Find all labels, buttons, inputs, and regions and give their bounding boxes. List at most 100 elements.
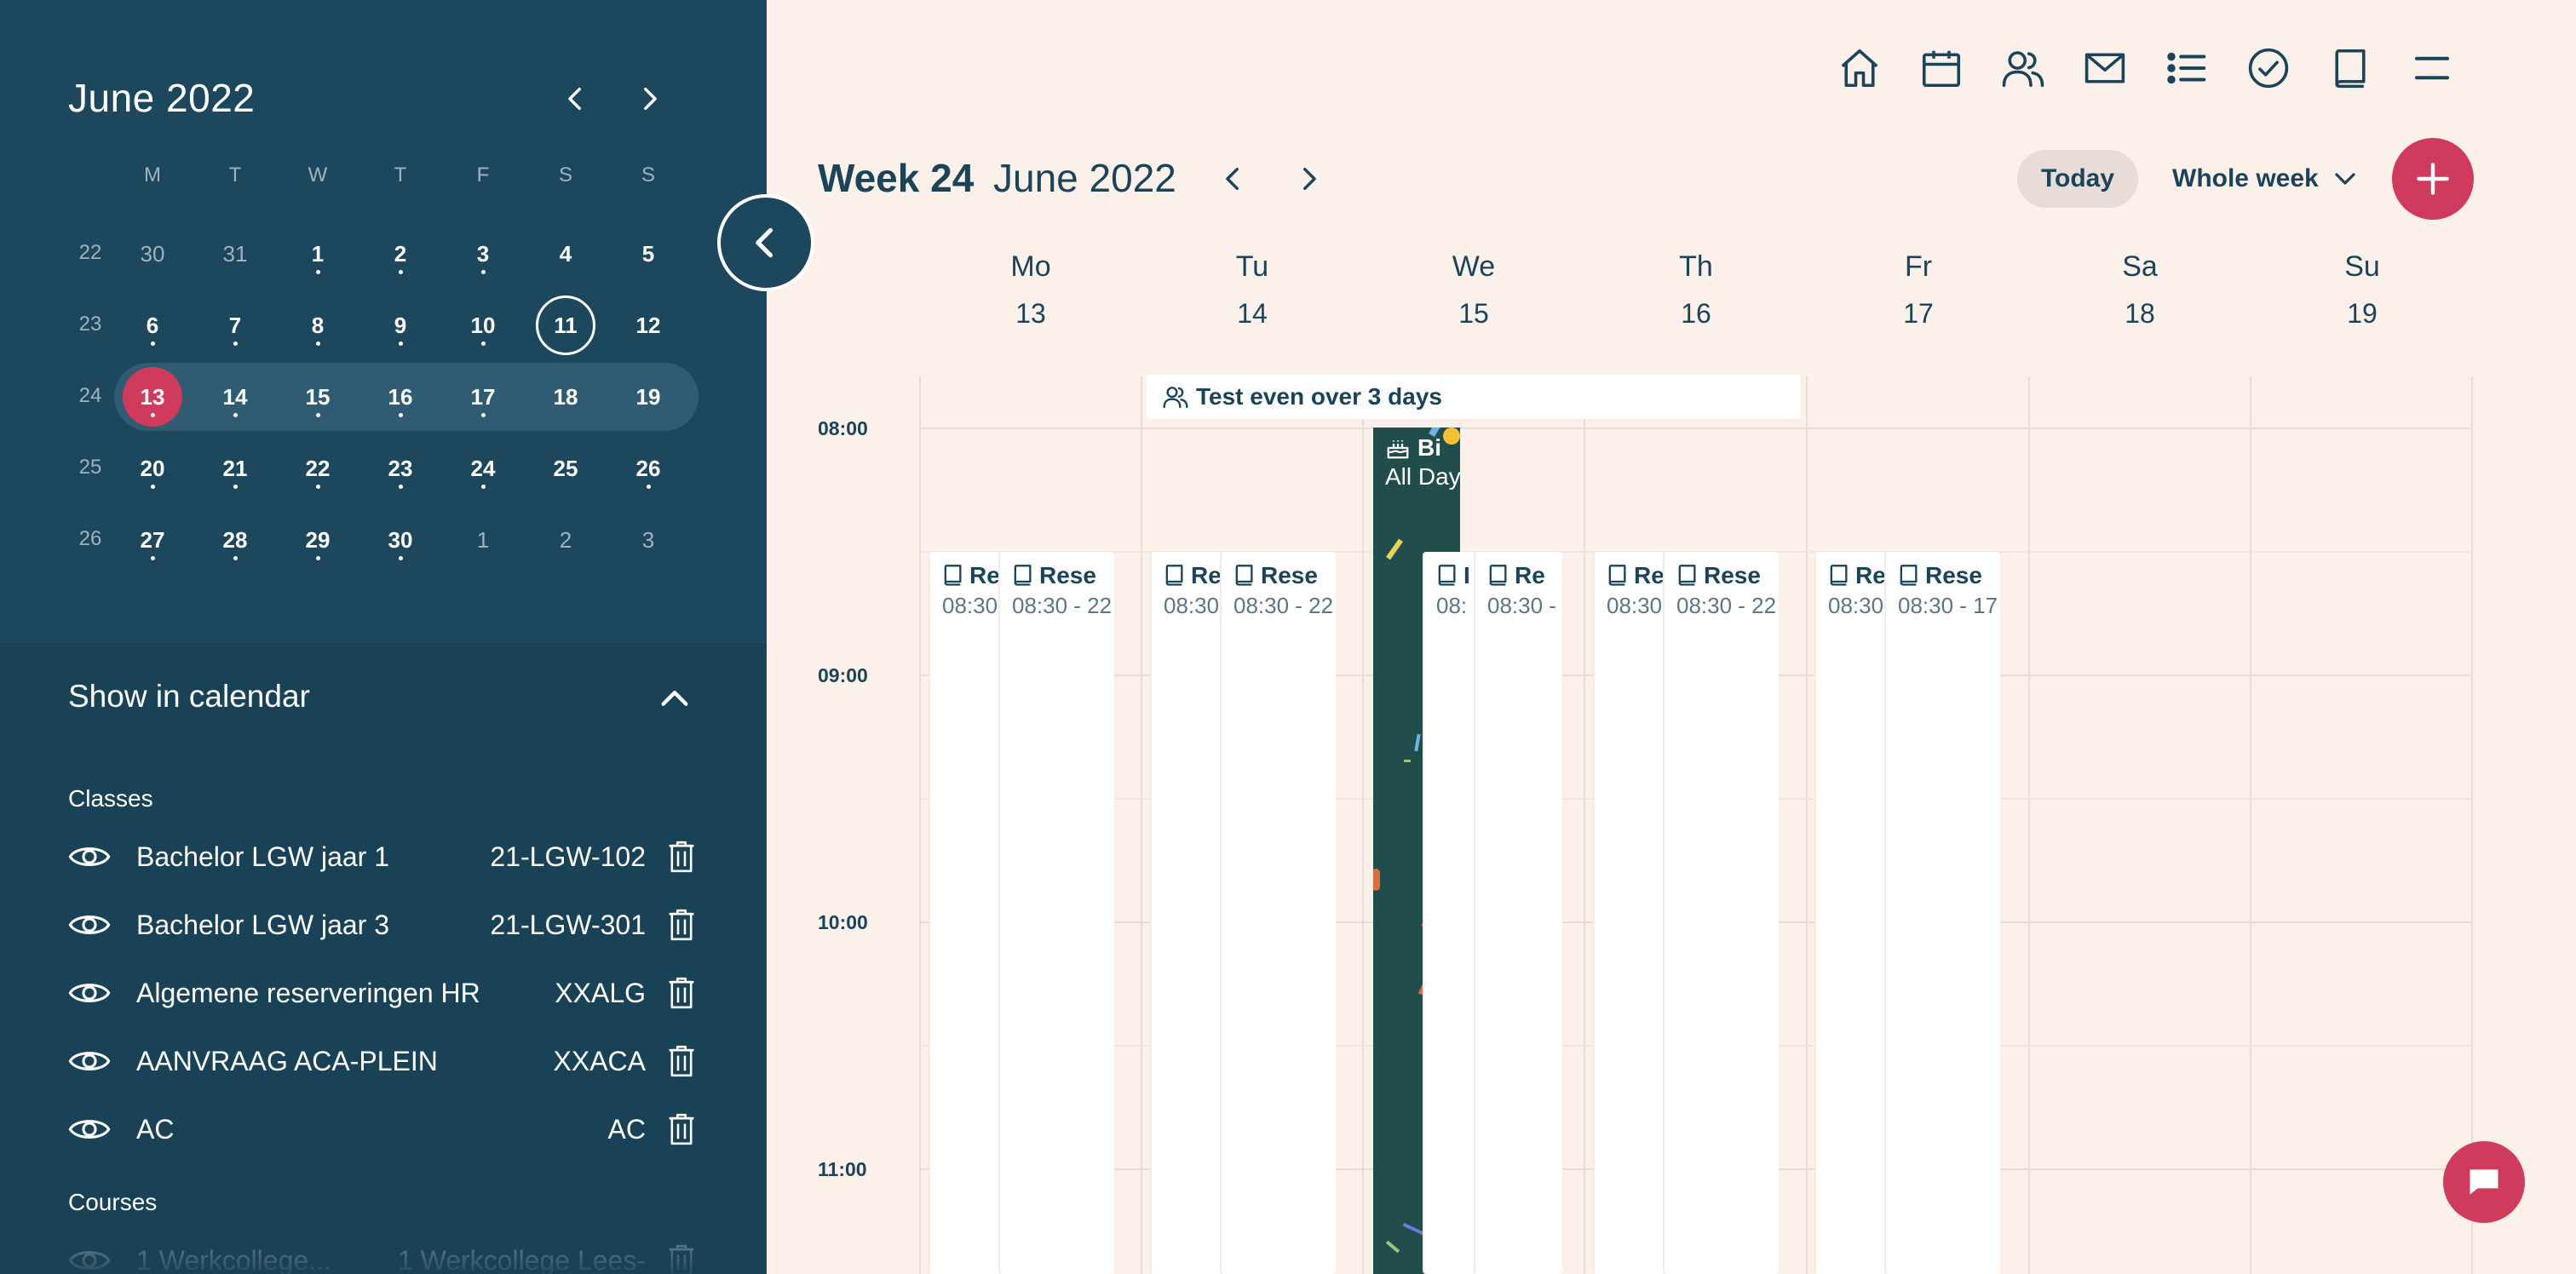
mail-nav-button[interactable] [2078,41,2132,95]
multi-day-event[interactable]: Test even over 3 days [1147,375,1801,419]
calendar-event[interactable]: Rese 08:30 - 22 [1663,552,1779,1274]
mini-calendar-day[interactable]: 3 [453,224,513,284]
mini-calendar-day[interactable]: 3 [618,510,678,570]
mini-calendar-day[interactable]: 17 [453,367,513,427]
previous-week-button[interactable] [1215,158,1252,199]
people-nav-button[interactable] [1996,41,2050,95]
chat-button[interactable] [2443,1141,2525,1223]
day-header[interactable]: Fr 17 [1833,250,2004,330]
collapse-sidebar-button[interactable] [717,194,814,291]
today-button[interactable]: Today [2017,150,2138,208]
day-date: 14 [1237,298,1268,329]
mini-calendar-day[interactable]: 2 [536,510,595,570]
remove-source-button[interactable] [664,838,699,875]
mini-calendar-day[interactable]: 28 [205,510,265,570]
mini-calendar-day[interactable]: 10 [453,296,513,355]
check-circle-icon [2248,48,2289,89]
toggle-visibility-button[interactable] [68,1044,116,1078]
mini-calendar-day[interactable]: 30 [123,224,182,284]
calendar-event[interactable]: Rese 08:30 - 17 [1884,552,2000,1274]
calendar-event[interactable]: Re 08:30 [1150,552,1222,1274]
mini-calendar-day[interactable]: 24 [453,439,513,498]
remove-source-button[interactable] [664,1042,699,1080]
mini-calendar-day[interactable]: 20 [123,439,182,498]
event-dot [315,341,320,346]
calendar-event[interactable]: Rese 08:30 - 22 [998,552,1114,1274]
source-code: XXACA [553,1045,646,1076]
mini-calendar-day[interactable]: 16 [371,367,430,427]
mini-calendar-week-row: 22 30 31 1 2 3 4 5 [0,218,767,290]
mini-calendar-next-button[interactable] [630,78,668,119]
calendar-event[interactable]: Re 08:30 - [1474,552,1562,1274]
mini-calendar-day[interactable]: 23 [371,439,430,498]
day-number: 24 [470,455,496,481]
chevron-right-icon [1303,167,1316,191]
day-header[interactable]: Th 16 [1611,250,1781,330]
mini-calendar-day[interactable]: 6 [123,296,182,355]
tasks-nav-button[interactable] [2241,41,2296,95]
day-header[interactable]: Mo 13 [946,250,1116,330]
day-number: 10 [470,312,496,338]
day-header[interactable]: Sa 18 [2055,250,2225,330]
next-week-button[interactable] [1290,158,1327,199]
calendar-event[interactable]: Re 08:30 [1814,552,1886,1274]
mini-calendar-day[interactable]: 5 [618,224,678,284]
mini-calendar-day[interactable]: 27 [123,510,182,570]
mini-calendar-day[interactable]: 22 [288,439,348,498]
mini-calendar-day[interactable]: 14 [205,367,265,427]
mini-calendar-prev-button[interactable] [557,78,595,119]
calendar-source-row: Bachelor LGW jaar 1 21-LGW-102 [68,831,699,882]
calendar-event[interactable]: Rese 08:30 - 22 [1220,552,1336,1274]
mini-calendar-day[interactable]: 29 [288,510,348,570]
mini-calendar-day[interactable]: 18 [536,367,595,427]
mini-calendar-day[interactable]: 2 [371,224,430,284]
calendar-nav-button[interactable] [1914,41,1969,95]
mini-calendar-day[interactable]: 11 [536,296,595,355]
day-header[interactable]: We 15 [1389,250,1559,330]
menu-nav-button[interactable] [2405,41,2459,95]
mini-calendar-day[interactable]: 7 [205,296,265,355]
event-time: 08:30 - 17 [1898,593,1998,618]
remove-source-button[interactable] [664,906,699,944]
collapse-section-button[interactable] [656,681,693,715]
view-select[interactable]: Whole week [2172,150,2368,208]
day-number: 1 [476,526,490,553]
mini-calendar-day[interactable]: 1 [288,224,348,284]
mini-calendar-day[interactable]: 21 [205,439,265,498]
calendar-event[interactable]: I 08: [1423,552,1475,1274]
mini-calendar-day[interactable]: 9 [371,296,430,355]
mini-calendar-day[interactable]: 31 [205,224,265,284]
day-number: 8 [311,312,325,338]
toggle-visibility-button[interactable] [68,908,116,942]
event-dot [150,484,155,489]
list-nav-button[interactable] [2159,41,2214,95]
mini-calendar-day[interactable]: 19 [618,367,678,427]
event-dot [150,341,155,346]
toggle-visibility-button[interactable] [68,976,116,1010]
calendar-event[interactable]: Re 08:30 [1593,552,1665,1274]
day-header[interactable]: Su 19 [2277,250,2447,330]
mini-calendar-day[interactable]: 15 [288,367,348,427]
mini-calendar-day[interactable]: 30 [371,510,430,570]
toggle-visibility-button[interactable] [68,840,116,874]
calendar-event[interactable]: Re 08:30 [929,552,1000,1274]
mini-calendar-day[interactable]: 8 [288,296,348,355]
day-number: 16 [388,383,413,410]
toggle-visibility-button[interactable] [68,1112,116,1146]
event-time: 08:30 [1828,593,1884,618]
mini-calendar-day[interactable]: 25 [536,439,595,498]
day-name: Su [2344,250,2380,283]
mini-calendar-week-row: 26 27 28 29 30 1 2 3 [0,504,767,576]
mini-calendar-day[interactable]: 13 [123,367,182,427]
remove-source-button[interactable] [664,974,699,1012]
event-title: Re [1191,562,1222,588]
mini-calendar-day[interactable]: 12 [618,296,678,355]
home-nav-button[interactable] [1832,41,1887,95]
day-header[interactable]: Tu 14 [1167,250,1337,330]
remove-source-button[interactable] [664,1110,699,1148]
mini-calendar-day[interactable]: 1 [453,510,513,570]
book-nav-button[interactable] [2323,41,2378,95]
add-event-button[interactable] [2392,138,2474,220]
mini-calendar-day[interactable]: 26 [618,439,678,498]
mini-calendar-day[interactable]: 4 [536,224,595,284]
